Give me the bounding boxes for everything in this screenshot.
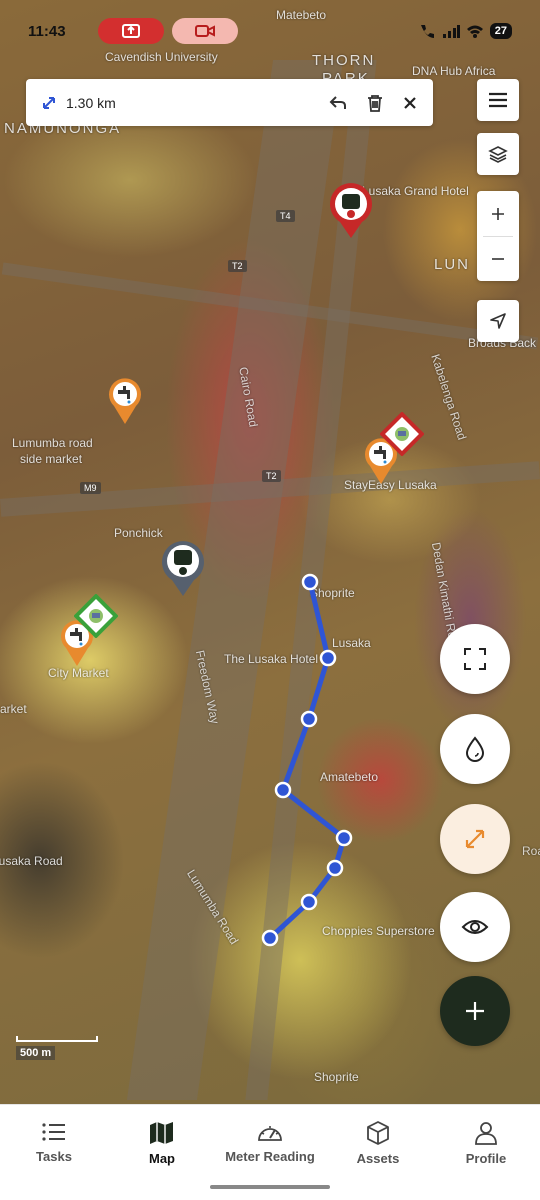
navigation-arrow-icon [490,313,506,329]
diamond-asset-icon [73,593,119,639]
layers-icon [488,146,508,163]
undo-button[interactable] [329,95,347,111]
status-bar: 11:43 27 [0,0,540,62]
meter-pin-icon [330,183,372,238]
box-icon [367,1121,389,1145]
plus-icon [492,207,504,220]
home-indicator [210,1185,330,1189]
close-button[interactable] [403,96,417,110]
meter-marker-grey[interactable] [160,538,206,603]
meter-pin-icon [162,541,204,596]
meter-marker-red[interactable] [328,182,374,245]
water-drop-icon [465,736,485,762]
undo-icon [329,95,346,109]
measure-toolbar: 1.30 km [26,79,433,126]
route-vertex [335,829,353,847]
asset-marker-green[interactable] [73,593,119,643]
tap-marker[interactable] [108,378,142,431]
map-scale: 500 m [16,1036,98,1061]
fullscreen-button[interactable] [440,624,510,694]
nav-profile[interactable]: Profile [432,1105,540,1200]
zoom-out-button[interactable] [477,237,519,281]
camera-indicator [172,18,238,44]
water-layer-button[interactable] [440,714,510,784]
visibility-button[interactable] [440,892,510,962]
nav-label: Map [149,1151,175,1166]
diamond-asset-icon [379,411,425,457]
tap-pin-icon [109,378,141,424]
layers-button[interactable] [477,133,519,175]
close-icon [404,96,416,109]
screen-share-indicator [98,18,164,44]
delete-button[interactable] [367,94,383,112]
screen-share-icon [122,24,140,38]
route-vertex [326,859,344,877]
zoom-in-button[interactable] [477,192,519,236]
signal-icon [442,25,460,38]
minus-icon [492,257,504,260]
nav-label: Profile [465,1151,507,1166]
hamburger-menu-icon [489,92,507,108]
call-icon [420,25,434,38]
eye-icon [461,920,489,934]
measured-distance: 1.30 km [66,94,116,111]
measure-tool-button[interactable] [440,804,510,874]
nav-label: Assets [356,1151,400,1166]
fullscreen-icon [464,648,486,670]
status-time: 11:43 [28,22,66,40]
menu-button[interactable] [477,79,519,121]
battery-level: 27 [489,23,512,39]
route-vertex [300,710,318,728]
list-icon [42,1123,65,1141]
add-button[interactable] [440,976,510,1046]
person-icon [475,1122,497,1145]
route-vertex [319,649,337,667]
zoom-controls [477,191,519,281]
plus-icon [466,1002,484,1020]
wifi-icon [466,25,483,38]
locate-button[interactable] [477,300,519,342]
map-icon [150,1122,173,1144]
nav-assets[interactable]: Assets [324,1105,432,1200]
scale-label: 500 m [16,1046,56,1060]
video-camera-icon [195,25,215,37]
nav-label: Tasks [36,1149,72,1164]
route-vertex [261,929,279,947]
route-vertex [274,781,292,799]
asset-marker-red[interactable] [379,411,425,461]
route-vertex [300,893,318,911]
nav-map[interactable]: Map [108,1105,216,1200]
nav-tasks[interactable]: Tasks [0,1105,108,1200]
measure-diagonal-icon [465,829,485,849]
measure-diagonal-icon [43,96,55,109]
route-vertex [301,573,319,591]
trash-icon [368,94,382,112]
gauge-icon [258,1126,282,1141]
nav-label: Meter Reading [225,1149,315,1164]
